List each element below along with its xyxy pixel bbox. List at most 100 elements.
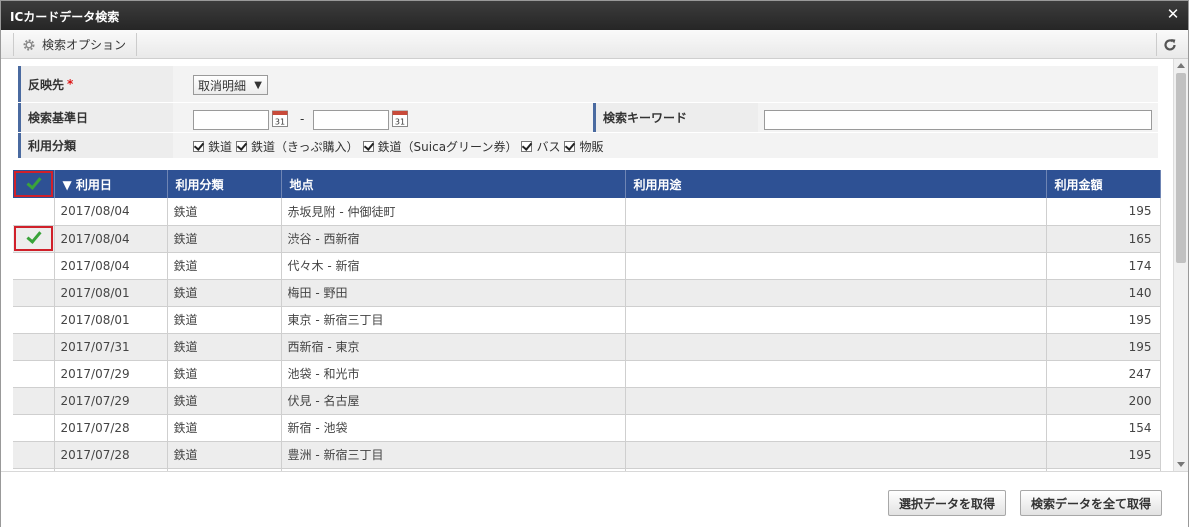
cell-purpose[interactable] (625, 387, 1047, 415)
cell-amount: 195 (1046, 306, 1161, 334)
svg-text:31: 31 (395, 118, 405, 127)
checkbox[interactable] (521, 141, 533, 152)
cell-place: 東京 - 新宿三丁目 (281, 306, 626, 334)
cell-type: 鉄道 (167, 414, 282, 442)
target-row: 反映先 * 取消明細 ▼ (18, 66, 1158, 102)
checkbox[interactable] (362, 141, 374, 152)
cell-type: 鉄道 (167, 225, 282, 253)
calendar-icon[interactable]: 31 (272, 109, 288, 127)
table-row[interactable]: 2017/07/28 鉄道 新宿 - 池袋 154 (13, 414, 1161, 442)
cell-purpose[interactable] (625, 306, 1047, 334)
cell-date: 2017/08/01 (54, 306, 168, 334)
keyword-input[interactable] (764, 110, 1152, 130)
cell-purpose[interactable] (625, 252, 1047, 280)
table-row[interactable]: 2017/07/31 鉄道 西新宿 - 東京 195 (13, 333, 1161, 361)
column-header-amount[interactable]: 利用金額 (1046, 170, 1161, 198)
row-checkbox[interactable] (13, 360, 55, 388)
row-checkbox[interactable] (13, 333, 55, 361)
calendar-icon[interactable]: 31 (392, 109, 408, 127)
svg-text:31: 31 (275, 118, 285, 127)
keyword-label: 検索キーワード (593, 103, 758, 132)
cell-place: 豊洲 - 新宿三丁目 (281, 441, 626, 469)
cell-purpose[interactable] (625, 414, 1047, 442)
row-checkbox[interactable] (13, 441, 55, 469)
checkbox[interactable] (564, 141, 576, 152)
cell-purpose[interactable] (625, 225, 1047, 253)
table-row[interactable]: 2017/08/01 鉄道 梅田 - 野田 140 (13, 279, 1161, 307)
get-all-button[interactable]: 検索データを全て取得 (1020, 490, 1163, 516)
ic-card-search-dialog: ICカードデータ検索 ✕ 検索オプション 反映先 * 取消明細 ▼ 検索基準日 … (0, 0, 1189, 527)
usage-type-checkbox-rail[interactable]: 鉄道 (193, 138, 232, 155)
cell-date: 2017/07/29 (54, 360, 168, 388)
get-selected-button[interactable]: 選択データを取得 (888, 490, 1007, 516)
date-from-input[interactable] (193, 110, 269, 130)
usage-type-checkbox-bus[interactable]: バス (521, 138, 560, 155)
cell-date: 2017/07/31 (54, 333, 168, 361)
cell-type: 鉄道 (167, 387, 282, 415)
row-checkbox[interactable] (13, 198, 55, 226)
scroll-down-arrow-icon[interactable] (1177, 462, 1185, 467)
row-checkbox[interactable] (13, 306, 55, 334)
scroll-thumb[interactable] (1176, 73, 1186, 263)
check-icon (25, 231, 41, 243)
cell-amount: 200 (1046, 387, 1161, 415)
table-row[interactable]: 2017/07/29 鉄道 伏見 - 名古屋 200 (13, 387, 1161, 415)
column-header-place[interactable]: 地点 (281, 170, 626, 198)
column-header-type[interactable]: 利用分類 (167, 170, 282, 198)
row-checkbox[interactable] (13, 414, 55, 442)
cell-type: 鉄道 (167, 279, 282, 307)
search-options-label: 検索オプション (42, 38, 127, 52)
cell-amount: 174 (1046, 252, 1161, 280)
cell-date: 2017/07/28 (54, 414, 168, 442)
cell-place: 池袋 - 和光市 (281, 360, 626, 388)
date-to-input[interactable] (313, 110, 389, 130)
table-row[interactable]: 2017/08/01 鉄道 東京 - 新宿三丁目 195 (13, 306, 1161, 334)
table-row[interactable]: 2017/07/28 鉄道 豊洲 - 新宿三丁目 195 (13, 441, 1161, 469)
cell-purpose[interactable] (625, 441, 1047, 469)
gear-icon (23, 38, 35, 51)
close-icon[interactable]: ✕ (1166, 7, 1180, 22)
search-content: 反映先 * 取消明細 ▼ 検索基準日 31 - 31 検索キーワード 利用分類 … (1, 59, 1173, 471)
cell-amount: 140 (1046, 279, 1161, 307)
table-row[interactable]: 2017/08/04 鉄道 渋谷 - 西新宿 165 (13, 225, 1161, 253)
cell-purpose[interactable] (625, 279, 1047, 307)
row-checkbox[interactable] (13, 225, 55, 253)
cell-date: 2017/08/04 (54, 252, 168, 280)
usage-type-checkbox-ticket[interactable]: 鉄道（きっぷ購入） (236, 138, 359, 155)
chevron-down-icon: ▼ (254, 80, 262, 91)
cell-purpose[interactable] (625, 360, 1047, 388)
cell-amount: 247 (1046, 360, 1161, 388)
usage-type-checkbox-green[interactable]: 鉄道（Suicaグリーン券） (362, 138, 517, 155)
table-row[interactable]: 2017/08/04 鉄道 赤坂見附 - 仲御徒町 195 (13, 198, 1161, 226)
cell-type: 鉄道 (167, 333, 282, 361)
column-header-date[interactable]: ▼ 利用日 (54, 170, 168, 198)
cell-purpose[interactable] (625, 198, 1047, 226)
cell-amount: 195 (1046, 333, 1161, 361)
target-select[interactable]: 取消明細 ▼ (193, 75, 268, 95)
select-all-checkbox[interactable] (13, 170, 55, 198)
row-checkbox[interactable] (13, 279, 55, 307)
dialog-title: ICカードデータ検索 (10, 10, 120, 24)
refresh-button[interactable] (1156, 33, 1182, 56)
title-bar: ICカードデータ検索 ✕ (1, 1, 1188, 30)
cell-amount: 195 (1046, 198, 1161, 226)
results-table: ▼ 利用日 利用分類 地点 利用用途 利用金額 2017/08/04 鉄道 赤坂見附… (13, 170, 1161, 471)
row-checkbox[interactable] (13, 252, 55, 280)
column-header-purpose[interactable]: 利用用途 (625, 170, 1047, 198)
usage-type-checkbox-goods[interactable]: 物販 (564, 138, 604, 155)
usage-type-label: 利用分類 (18, 133, 173, 158)
cell-amount: 195 (1046, 441, 1161, 469)
scroll-up-arrow-icon[interactable] (1177, 63, 1185, 68)
checkbox[interactable] (193, 141, 204, 152)
table-row[interactable]: 2017/07/29 鉄道 池袋 - 和光市 247 (13, 360, 1161, 388)
cell-type: 鉄道 (167, 198, 282, 226)
usage-type-checkboxes: 鉄道 鉄道（きっぷ購入） 鉄道（Suicaグリーン券） バス 物販 (193, 138, 608, 155)
vertical-scrollbar[interactable] (1173, 59, 1188, 471)
target-select-value: 取消明細 (198, 78, 247, 93)
search-options-button[interactable]: 検索オプション (13, 33, 138, 56)
row-checkbox[interactable] (13, 387, 55, 415)
date-separator: - (300, 112, 305, 126)
table-row[interactable]: 2017/08/04 鉄道 代々木 - 新宿 174 (13, 252, 1161, 280)
checkbox[interactable] (236, 141, 248, 152)
cell-purpose[interactable] (625, 333, 1047, 361)
